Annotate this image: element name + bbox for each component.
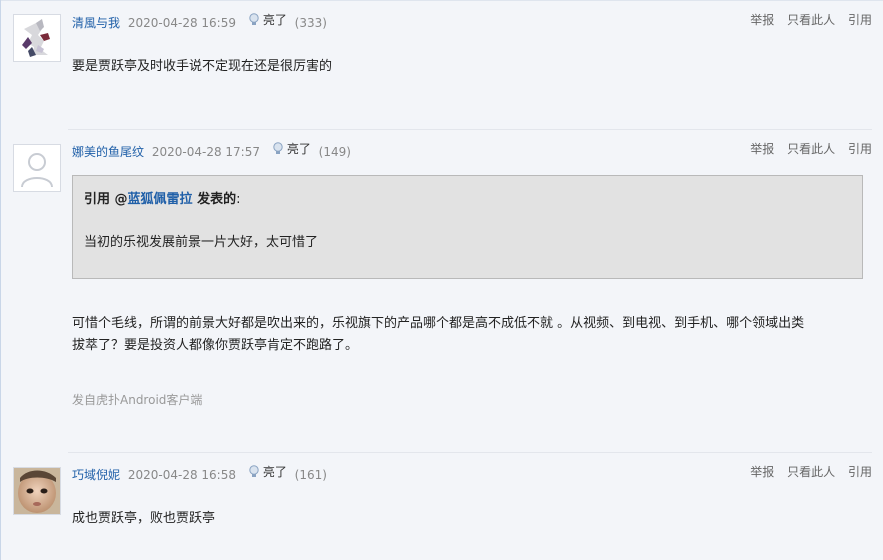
avatar[interactable]: [13, 144, 61, 192]
only-this-user-button[interactable]: 只看此人: [787, 465, 835, 479]
post-content: 可惜个毛线，所谓的前景大好都是吹出来的，乐视旗下的产品哪个都是高不成低不就 。从…: [72, 313, 872, 357]
username-link[interactable]: 娜美的鱼尾纹: [72, 145, 144, 159]
top-border: [0, 0, 883, 1]
only-this-user-button[interactable]: 只看此人: [787, 142, 835, 156]
post-content-line: 拔萃了？要是投资人都像你贾跃亭肯定不跑路了。: [72, 338, 359, 353]
character-avatar-image: [14, 15, 60, 61]
light-button[interactable]: 亮了: [248, 11, 287, 29]
report-button[interactable]: 举报: [750, 465, 774, 479]
post-divider: [68, 452, 872, 453]
quote-suffix: 发表的: [192, 192, 237, 207]
light-label: 亮了: [286, 142, 311, 156]
post-actions: 举报 只看此人 引用: [741, 11, 872, 29]
post-source: 发自虎扑Android客户端: [72, 393, 203, 407]
light-button[interactable]: 亮了: [248, 463, 287, 481]
lightbulb-icon: [248, 13, 260, 27]
post-content: 成也贾跃亭，败也贾跃亭: [72, 511, 216, 526]
default-user-avatar-image: [14, 145, 60, 191]
username-link[interactable]: 清風与我: [72, 16, 120, 30]
post-actions: 举报 只看此人 引用: [741, 463, 872, 481]
light-count: (161): [294, 468, 327, 482]
quote-button[interactable]: 引用: [848, 465, 872, 479]
quote-text: 当初的乐视发展前景一片大好，太可惜了: [84, 235, 319, 250]
light-label: 亮了: [262, 465, 287, 479]
report-button[interactable]: 举报: [750, 142, 774, 156]
post-time: 2020-04-28 16:58: [127, 468, 236, 482]
quote-block: 引用 @蓝狐佩雷拉 发表的: 当初的乐视发展前景一片大好，太可惜了: [72, 175, 863, 279]
light-count: (333): [294, 16, 327, 30]
lightbulb-icon: [248, 465, 260, 479]
report-button[interactable]: 举报: [750, 13, 774, 27]
post-divider: [68, 129, 872, 130]
quote-button[interactable]: 引用: [848, 142, 872, 156]
baby-photo-avatar-image: [14, 468, 60, 514]
light-button[interactable]: 亮了: [272, 140, 311, 158]
left-border: [0, 0, 1, 560]
light-label: 亮了: [262, 13, 287, 27]
only-this-user-button[interactable]: 只看此人: [787, 13, 835, 27]
quote-prefix: 引用 @: [84, 192, 128, 207]
post-time: 2020-04-28 16:59: [127, 16, 236, 30]
avatar[interactable]: [13, 467, 61, 515]
quote-button[interactable]: 引用: [848, 13, 872, 27]
light-count: (149): [318, 145, 351, 159]
post-content: 要是贾跃亭及时收手说不定现在还是很厉害的: [72, 59, 333, 74]
post-meta: 清風与我 2020-04-28 16:59 亮了 (333): [72, 11, 327, 30]
quote-header: 引用 @蓝狐佩雷拉 发表的:: [84, 188, 240, 207]
quote-colon: :: [236, 192, 241, 207]
lightbulb-icon: [272, 142, 284, 156]
post-meta: 娜美的鱼尾纹 2020-04-28 17:57 亮了 (149): [72, 140, 351, 159]
post-time: 2020-04-28 17:57: [151, 145, 260, 159]
quoted-user-link[interactable]: 蓝狐佩雷拉: [128, 192, 193, 207]
post-meta: 巧域倪妮 2020-04-28 16:58 亮了 (161): [72, 463, 327, 482]
avatar[interactable]: [13, 14, 61, 62]
post-actions: 举报 只看此人 引用: [741, 140, 872, 158]
username-link[interactable]: 巧域倪妮: [72, 468, 120, 482]
post-content-line: 可惜个毛线，所谓的前景大好都是吹出来的，乐视旗下的产品哪个都是高不成低不就 。从…: [72, 316, 805, 331]
